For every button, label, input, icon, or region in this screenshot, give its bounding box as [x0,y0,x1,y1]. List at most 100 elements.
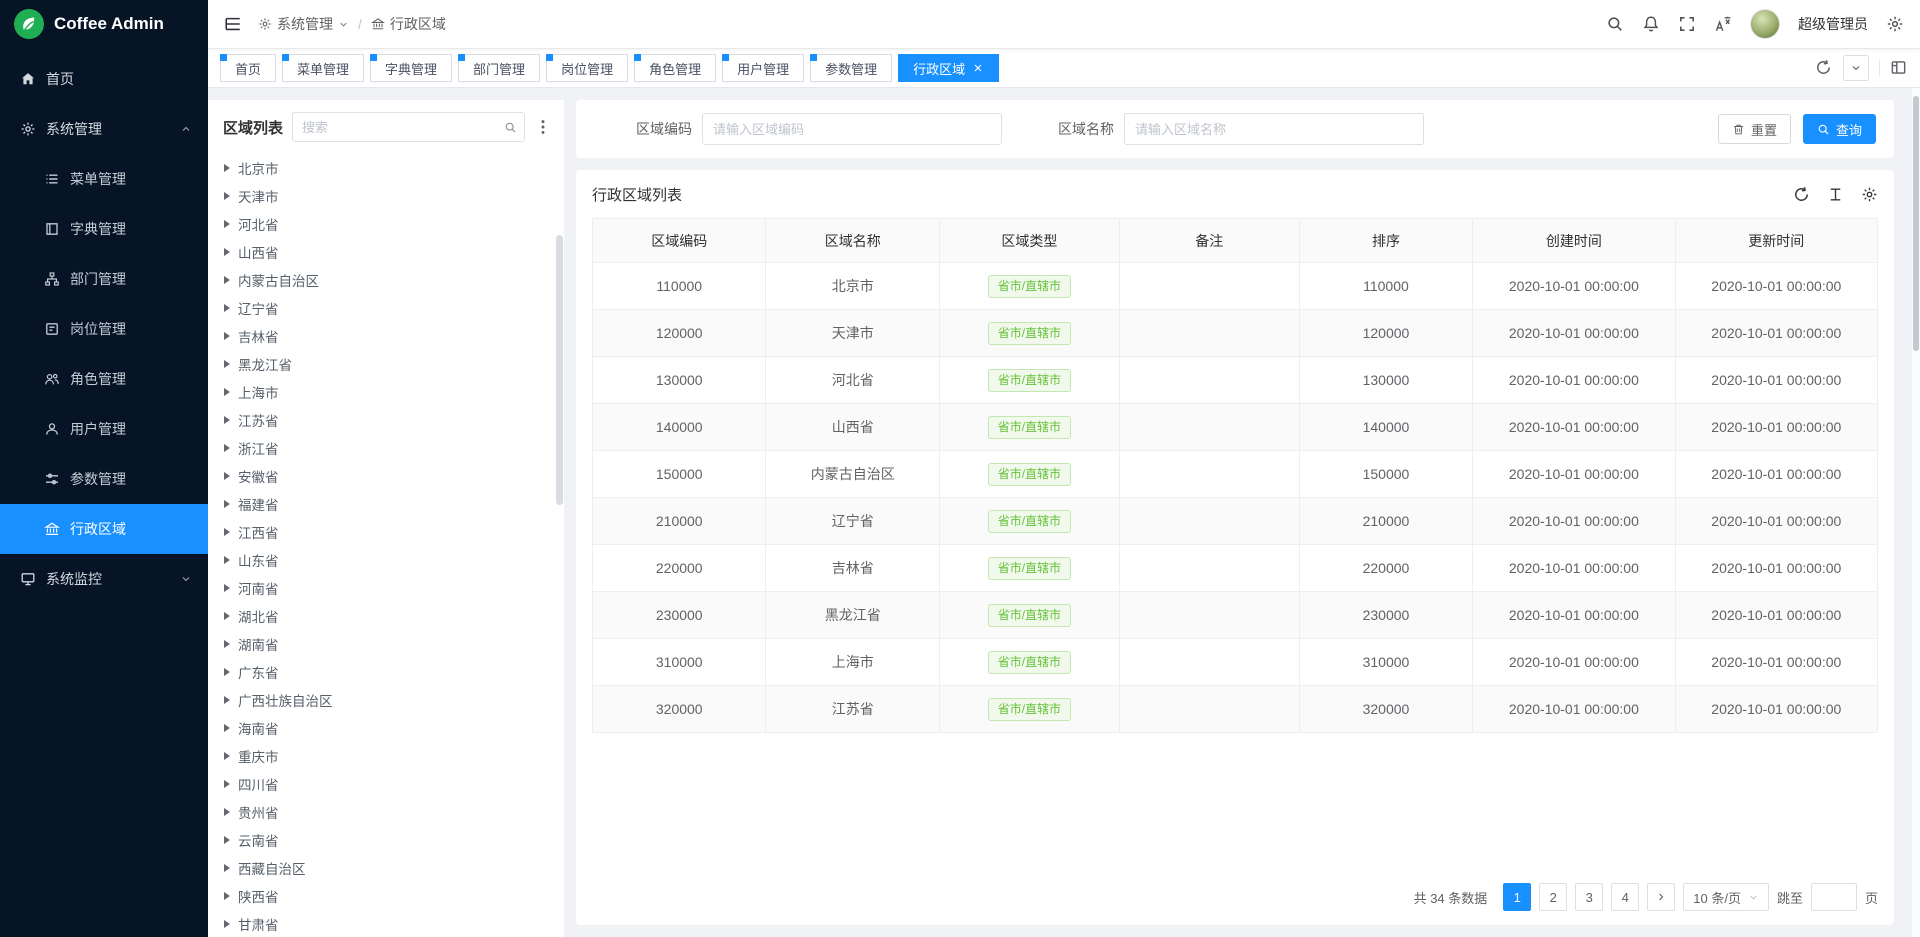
tree-item[interactable]: 黑龙江省 [208,350,564,378]
tree-item[interactable]: 北京市 [208,154,564,182]
tree-item[interactable]: 浙江省 [208,434,564,462]
column-size-icon[interactable] [1827,186,1844,203]
caret-right-icon[interactable] [224,388,230,396]
page-scrollbar-thumb[interactable] [1913,96,1919,351]
table-row[interactable]: 140000 山西省 省市/直辖市 140000 2020-10-01 00:0… [593,404,1878,451]
sidebar-item-dept-mgmt[interactable]: 部门管理 [0,254,208,304]
caret-right-icon[interactable] [224,780,230,788]
tree-item[interactable]: 广西壮族自治区 [208,686,564,714]
caret-right-icon[interactable] [224,332,230,340]
refresh-icon[interactable] [1793,186,1810,203]
next-page-button[interactable] [1647,883,1675,911]
tree-search-input[interactable] [293,120,496,135]
tree-item[interactable]: 天津市 [208,182,564,210]
query-button[interactable]: 查询 [1803,114,1876,144]
table-row[interactable]: 320000 江苏省 省市/直辖市 320000 2020-10-01 00:0… [593,686,1878,733]
page-number-button[interactable]: 3 [1575,883,1603,911]
caret-right-icon[interactable] [224,752,230,760]
caret-right-icon[interactable] [224,500,230,508]
caret-right-icon[interactable] [224,640,230,648]
table-row[interactable]: 220000 吉林省 省市/直辖市 220000 2020-10-01 00:0… [593,545,1878,592]
caret-right-icon[interactable] [224,612,230,620]
table-row[interactable]: 210000 辽宁省 省市/直辖市 210000 2020-10-01 00:0… [593,498,1878,545]
table-column-header[interactable]: 备注 [1119,219,1299,263]
tree-item[interactable]: 云南省 [208,826,564,854]
nav-tab[interactable]: 岗位管理 [546,54,628,82]
caret-right-icon[interactable] [224,416,230,424]
table-row[interactable]: 110000 北京市 省市/直辖市 110000 2020-10-01 00:0… [593,263,1878,310]
column-settings-gear-icon[interactable] [1861,186,1878,203]
region-name-input[interactable] [1124,113,1424,145]
caret-right-icon[interactable] [224,360,230,368]
tree-item[interactable]: 甘肃省 [208,910,564,937]
more-options-dots-icon[interactable] [534,118,552,136]
table-row[interactable]: 130000 河北省 省市/直辖市 130000 2020-10-01 00:0… [593,357,1878,404]
tree-item[interactable]: 四川省 [208,770,564,798]
caret-right-icon[interactable] [224,584,230,592]
nav-tab[interactable]: 部门管理 [458,54,540,82]
tree-item[interactable]: 陕西省 [208,882,564,910]
caret-right-icon[interactable] [224,892,230,900]
tree-item[interactable]: 海南省 [208,714,564,742]
avatar[interactable] [1750,9,1780,39]
tree-item[interactable]: 河北省 [208,210,564,238]
caret-right-icon[interactable] [224,556,230,564]
sidebar-item-region[interactable]: 行政区域 [0,504,208,554]
table-column-header[interactable]: 排序 [1299,219,1472,263]
caret-right-icon[interactable] [224,444,230,452]
table-row[interactable]: 150000 内蒙古自治区 省市/直辖市 150000 2020-10-01 0… [593,451,1878,498]
caret-right-icon[interactable] [224,668,230,676]
page-number-button[interactable]: 2 [1539,883,1567,911]
jump-page-input[interactable] [1811,883,1857,911]
caret-right-icon[interactable] [224,920,230,928]
sidebar-item-role-mgmt[interactable]: 角色管理 [0,354,208,404]
table-row[interactable]: 120000 天津市 省市/直辖市 120000 2020-10-01 00:0… [593,310,1878,357]
tree-item[interactable]: 山东省 [208,546,564,574]
caret-right-icon[interactable] [224,472,230,480]
tabs-dropdown-button[interactable] [1843,55,1869,81]
caret-right-icon[interactable] [224,304,230,312]
tree-item[interactable]: 湖南省 [208,630,564,658]
username[interactable]: 超级管理员 [1798,14,1868,34]
caret-right-icon[interactable] [224,724,230,732]
caret-right-icon[interactable] [224,276,230,284]
theme-settings-gear-icon[interactable] [1886,15,1904,33]
tree-item[interactable]: 河南省 [208,574,564,602]
caret-right-icon[interactable] [224,164,230,172]
sidebar-item-home[interactable]: 首页 [0,54,208,104]
translate-icon[interactable] [1714,15,1732,33]
page-size-select[interactable]: 10 条/页 [1683,883,1769,911]
tree-item[interactable]: 贵州省 [208,798,564,826]
caret-right-icon[interactable] [224,808,230,816]
caret-right-icon[interactable] [224,220,230,228]
caret-right-icon[interactable] [224,248,230,256]
table-column-header[interactable]: 区域编码 [593,219,766,263]
layout-icon[interactable] [1890,59,1908,77]
app-logo[interactable]: Coffee Admin [0,0,208,48]
close-icon[interactable] [972,62,984,74]
tree-item[interactable]: 福建省 [208,490,564,518]
tree-item[interactable]: 山西省 [208,238,564,266]
caret-right-icon[interactable] [224,836,230,844]
nav-tab[interactable]: 菜单管理 [282,54,364,82]
caret-right-icon[interactable] [224,192,230,200]
table-column-header[interactable]: 区域类型 [939,219,1119,263]
page-number-button[interactable]: 4 [1611,883,1639,911]
sidebar-item-user-mgmt[interactable]: 用户管理 [0,404,208,454]
caret-right-icon[interactable] [224,696,230,704]
sidebar-group-monitor[interactable]: 系统监控 [0,554,208,604]
page-scrollbar[interactable] [1912,88,1920,937]
tree-item[interactable]: 江西省 [208,518,564,546]
tree-item[interactable]: 江苏省 [208,406,564,434]
nav-tab[interactable]: 用户管理 [722,54,804,82]
tree-item[interactable]: 安徽省 [208,462,564,490]
nav-tab[interactable]: 参数管理 [810,54,892,82]
table-row[interactable]: 230000 黑龙江省 省市/直辖市 230000 2020-10-01 00:… [593,592,1878,639]
tree-item[interactable]: 重庆市 [208,742,564,770]
tree-item[interactable]: 广东省 [208,658,564,686]
collapse-menu-icon[interactable] [224,15,242,33]
nav-tab[interactable]: 行政区域 [898,54,999,82]
refresh-icon[interactable] [1815,59,1833,77]
table-column-header[interactable]: 区域名称 [766,219,939,263]
nav-tab[interactable]: 角色管理 [634,54,716,82]
